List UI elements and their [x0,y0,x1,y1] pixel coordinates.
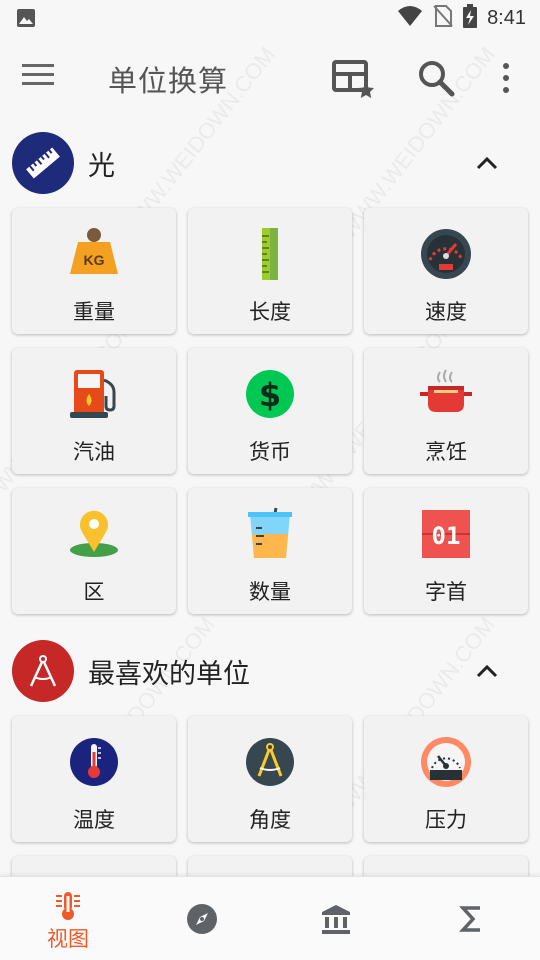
tile-label: 字首 [425,580,467,604]
tile-label: 数量 [249,580,291,604]
nav-label: 视图 [47,927,89,951]
app-bar: 单位换算 [0,36,540,120]
battery-charging-icon [463,4,478,32]
speedometer-icon [418,226,474,282]
section-title: 光 [88,151,115,182]
compass-drawing-icon [242,734,298,790]
thermometer-icon [66,734,122,790]
section-header-light[interactable]: 光 [0,128,540,198]
status-indicators: 8:41 [397,4,526,32]
svg-text:$: $ [259,376,281,414]
nav-item-bank[interactable] [306,877,366,960]
more-options-icon[interactable] [494,60,518,96]
nav-item-explore[interactable] [172,877,232,960]
tile-angle[interactable]: 角度 [188,716,352,842]
status-time: 8:41 [487,6,526,29]
tile-length[interactable]: 长度 [188,208,352,334]
tile-cooking[interactable]: 烹饪 [364,348,528,474]
thermometer-nav-icon [53,891,83,921]
svg-text:KG: KG [84,252,105,268]
hamburger-menu-icon[interactable] [22,62,62,94]
tile-label: 角度 [249,808,291,832]
bank-icon [320,903,352,935]
tile-prefix[interactable]: 01 字首 [364,488,528,614]
binary-digits-icon: 01 [418,506,474,562]
tile-pressure[interactable]: 压力 [364,716,528,842]
ruler-icon [242,226,298,282]
wifi-icon [397,5,423,31]
tile-label: 区 [83,580,105,604]
tile-fuel[interactable]: 汽油 [12,348,176,474]
map-pin-icon [66,506,122,562]
tile-label: 重量 [73,300,115,324]
compass-drawing-icon [12,640,74,702]
svg-text:01: 01 [432,522,461,550]
no-sim-icon [433,4,453,32]
favorites-grid-icon[interactable] [330,56,376,100]
ruler-icon [12,132,74,194]
compass-nav-icon [186,903,218,935]
tile-label: 烹饪 [425,440,467,464]
fuel-pump-icon [66,366,122,422]
tile-label: 汽油 [73,440,115,464]
dollar-coin-icon: $ [242,366,298,422]
sigma-icon [458,905,486,933]
chevron-up-icon[interactable] [470,146,504,180]
tile-label: 压力 [425,808,467,832]
status-bar: 8:41 [0,0,540,36]
tile-label: 长度 [249,300,291,324]
search-icon[interactable] [416,58,460,98]
image-notification-icon [16,8,36,28]
tile-label: 温度 [73,808,115,832]
tile-label: 货币 [249,440,291,464]
page-title: 单位换算 [108,64,229,98]
cooking-pot-icon [418,366,474,422]
nav-item-sigma[interactable] [442,877,502,960]
bottom-navigation: 视图 [0,876,540,960]
tile-weight[interactable]: KG 重量 [12,208,176,334]
tile-quantity[interactable]: 数量 [188,488,352,614]
section-header-favorites[interactable]: 最喜欢的单位 [0,636,540,706]
tile-temperature[interactable]: 温度 [12,716,176,842]
tile-area[interactable]: 区 [12,488,176,614]
weight-kg-icon: KG [66,226,122,282]
tile-currency[interactable]: $ 货币 [188,348,352,474]
chevron-up-icon[interactable] [470,654,504,688]
tile-speed[interactable]: 速度 [364,208,528,334]
measuring-cup-icon [242,506,298,562]
section-title: 最喜欢的单位 [88,659,250,690]
nav-item-view[interactable]: 视图 [20,877,116,960]
pressure-gauge-icon [418,734,474,790]
tile-label: 速度 [425,300,467,324]
